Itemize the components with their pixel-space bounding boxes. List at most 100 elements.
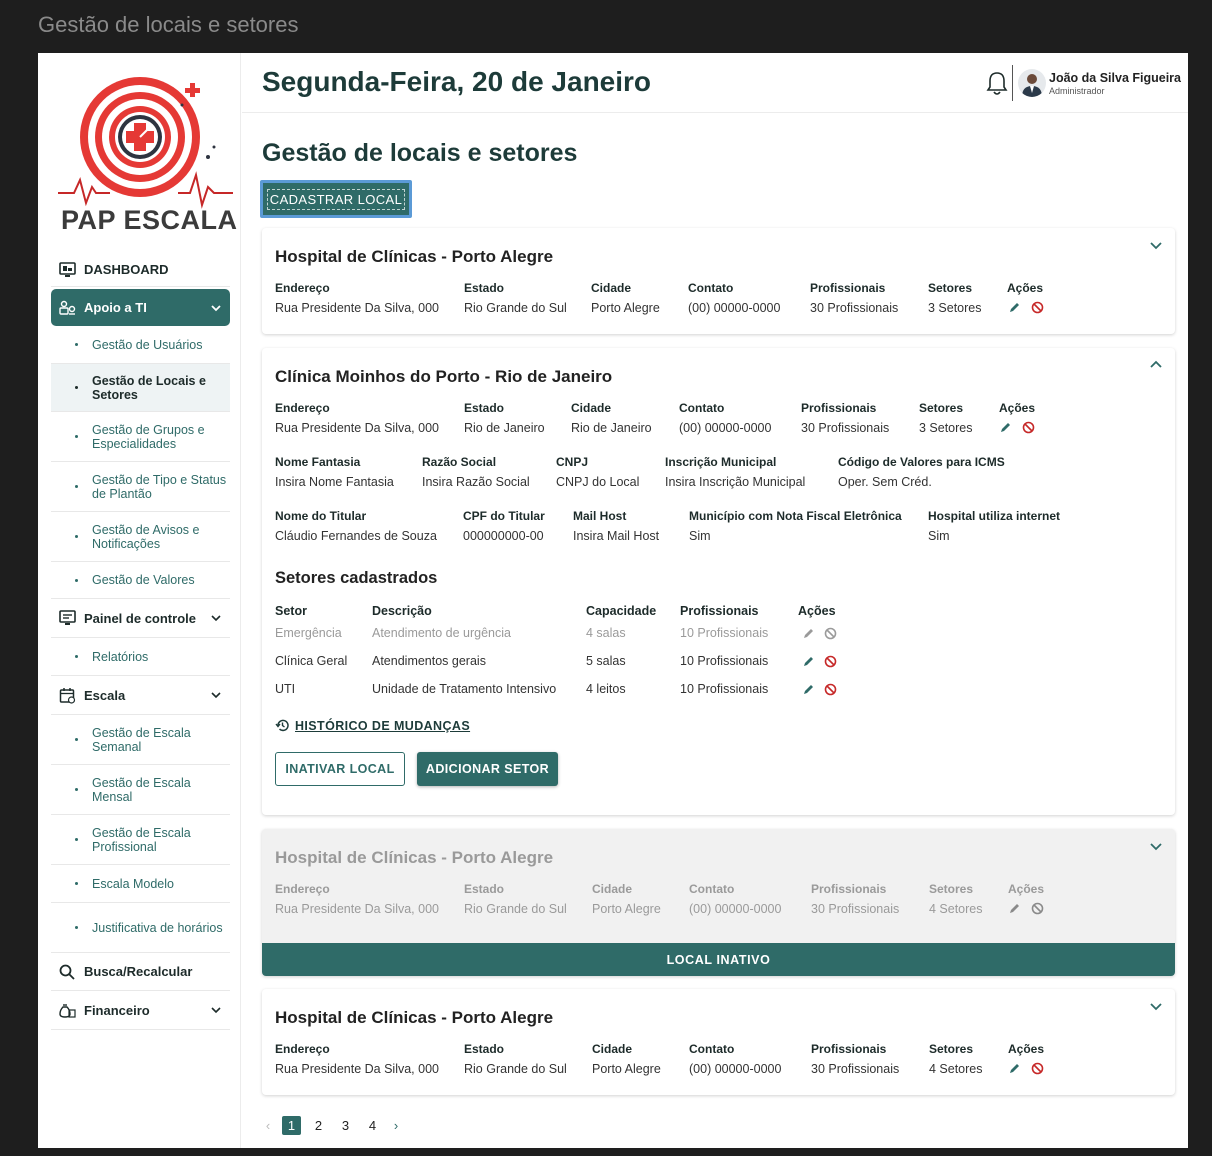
pencil-icon[interactable]	[802, 655, 815, 668]
sidebar-item-gestao-tipo-status[interactable]: Gestão de Tipo e Status de Plantão	[51, 462, 230, 512]
inactivate-location-button[interactable]: INATIVAR LOCAL	[275, 752, 405, 786]
pagination: ‹ 1 2 3 4 ›	[262, 1116, 402, 1135]
block-icon[interactable]	[1031, 1062, 1044, 1075]
row-actions	[1008, 1062, 1044, 1075]
field-label: Endereço	[275, 281, 330, 295]
cell-profissionais: 10 Profissionais	[680, 654, 769, 668]
sidebar-item-escala-semanal[interactable]: Gestão de Escala Semanal	[51, 715, 230, 765]
sidebar-item-financeiro[interactable]: Financeiro	[51, 991, 230, 1030]
sidebar-item-label: Gestão de Locais e Setores	[92, 373, 206, 402]
user-role: Administrador	[1049, 86, 1105, 96]
field-estado: Estado Rio Grande do Sul	[464, 281, 567, 315]
sidebar-item-label: Escala Modelo	[92, 876, 174, 891]
avatar[interactable]	[1018, 69, 1046, 97]
field-cpf-titular: CPF do Titular 000000000-00	[463, 509, 545, 543]
chevron-up-icon[interactable]	[1149, 358, 1163, 372]
sidebar-item-label: Escala	[84, 687, 126, 703]
sidebar-item-gestao-locais[interactable]: Gestão de Locais e Setores	[51, 364, 230, 412]
chevron-down-icon	[211, 304, 221, 311]
sidebar-item-label: Gestão de Grupos e Especialidades	[92, 422, 205, 451]
sidebar-item-gestao-grupos[interactable]: Gestão de Grupos e Especialidades	[51, 412, 230, 462]
history-link[interactable]: HISTÓRICO DE MUDANÇAS	[275, 718, 470, 733]
field-value: Rio de Janeiro	[464, 421, 545, 435]
sidebar-item-label: Gestão de Avisos e Notificações	[92, 522, 200, 551]
bullet-icon	[75, 926, 78, 929]
sidebar-item-painel[interactable]: Painel de controle	[51, 599, 230, 638]
sidebar-item-escala-profissional[interactable]: Gestão de Escala Profissional	[51, 815, 230, 865]
column-header: Ações	[798, 604, 836, 618]
field-label: Ações	[1008, 1042, 1045, 1056]
chevron-down-icon[interactable]	[1149, 238, 1163, 252]
bell-icon[interactable]	[986, 70, 1008, 96]
sidebar-item-dashboard[interactable]: DASHBOARD	[51, 253, 230, 287]
cell-setor: Clínica Geral	[275, 654, 348, 668]
field-label: Endereço	[275, 401, 330, 415]
pagination-prev[interactable]: ‹	[262, 1118, 274, 1133]
block-icon[interactable]	[1031, 902, 1044, 915]
field-value: (00) 00000-0000	[689, 902, 782, 916]
pencil-icon[interactable]	[1008, 301, 1021, 314]
sidebar-item-label: Apoio a TI	[84, 300, 147, 315]
sidebar-item-busca[interactable]: Busca/Recalcular	[51, 953, 230, 991]
sidebar-item-label: Gestão de Escala Semanal	[92, 725, 191, 754]
chevron-down-icon[interactable]	[1149, 999, 1163, 1013]
sidebar-item-escala-mensal[interactable]: Gestão de Escala Mensal	[51, 765, 230, 815]
pagination-page[interactable]: 4	[363, 1116, 382, 1135]
field-setores: Setores 3 Setores	[919, 401, 973, 435]
register-location-button[interactable]: CADASTRAR LOCAL	[260, 180, 412, 218]
field-label: Contato	[679, 401, 725, 415]
field-value: Rua Presidente Da Silva, 000	[275, 421, 439, 435]
sidebar-item-gestao-usuarios[interactable]: Gestão de Usuários	[51, 326, 230, 364]
field-label: Nome Fantasia	[275, 455, 361, 469]
block-icon[interactable]	[824, 627, 837, 640]
user-name[interactable]: João da Silva Figueira	[1049, 71, 1181, 85]
sidebar-item-gestao-avisos[interactable]: Gestão de Avisos e Notificações	[51, 512, 230, 562]
block-icon[interactable]	[824, 683, 837, 696]
pagination-next[interactable]: ›	[390, 1118, 402, 1133]
location-title: Hospital de Clínicas - Porto Alegre	[275, 848, 554, 867]
sidebar-item-escala-modelo[interactable]: Escala Modelo	[51, 865, 230, 903]
pencil-icon[interactable]	[1008, 1062, 1021, 1075]
field-label: Profissionais	[810, 281, 886, 295]
add-sector-button[interactable]: ADICIONAR SETOR	[417, 752, 558, 786]
chevron-down-icon[interactable]	[1149, 839, 1163, 853]
cell-descricao: Atendimentos gerais	[372, 654, 486, 668]
pagination-page[interactable]: 3	[336, 1116, 355, 1135]
pagination-page[interactable]: 1	[282, 1116, 301, 1135]
bullet-icon	[75, 738, 78, 741]
pencil-icon[interactable]	[802, 627, 815, 640]
sidebar-item-relatorios[interactable]: Relatórios	[51, 638, 230, 676]
sidebar-item-escala[interactable]: Escala	[51, 676, 230, 715]
pencil-icon[interactable]	[1008, 902, 1021, 915]
sidebar-item-gestao-valores[interactable]: Gestão de Valores	[51, 562, 230, 599]
block-icon[interactable]	[1031, 301, 1044, 314]
field-label: Endereço	[275, 1042, 330, 1056]
bullet-icon	[75, 882, 78, 885]
pencil-icon[interactable]	[802, 683, 815, 696]
row-actions	[1008, 301, 1044, 314]
field-label: Ações	[1008, 882, 1045, 896]
field-label: Contato	[688, 281, 734, 295]
sidebar-item-justificativa[interactable]: Justificativa de horários	[51, 903, 230, 953]
field-profissionais: Profissionais 30 Profissionais	[810, 281, 898, 315]
field-value: Rio de Janeiro	[571, 421, 652, 435]
pagination-page[interactable]: 2	[309, 1116, 328, 1135]
people-network-icon	[57, 298, 77, 318]
block-icon[interactable]	[824, 655, 837, 668]
pencil-icon[interactable]	[999, 421, 1012, 434]
field-value: Insira Mail Host	[573, 529, 660, 543]
field-codigo-icms: Código de Valores para ICMS Oper. Sem Cré…	[838, 455, 1005, 489]
field-label: CPF do Titular	[463, 509, 545, 523]
field-label: Endereço	[275, 882, 330, 896]
sidebar-item-apoio-ti[interactable]: Apoio a TI	[51, 289, 230, 326]
field-label: Profissionais	[801, 401, 877, 415]
block-icon[interactable]	[1022, 421, 1035, 434]
field-value: 4 Setores	[929, 902, 983, 916]
field-label: Ações	[1007, 281, 1044, 295]
field-contato: Contato (00) 00000-0000	[688, 281, 780, 315]
field-municipio-nf: Município com Nota Fiscal Eletrônica Sim	[689, 509, 902, 543]
cell-setor: Emergência	[275, 626, 342, 640]
sectors-title: Setores cadastrados	[275, 569, 438, 587]
field-contato: Contato (00) 00000-0000	[689, 882, 781, 916]
cell-profissionais: 10 Profissionais	[680, 626, 769, 640]
